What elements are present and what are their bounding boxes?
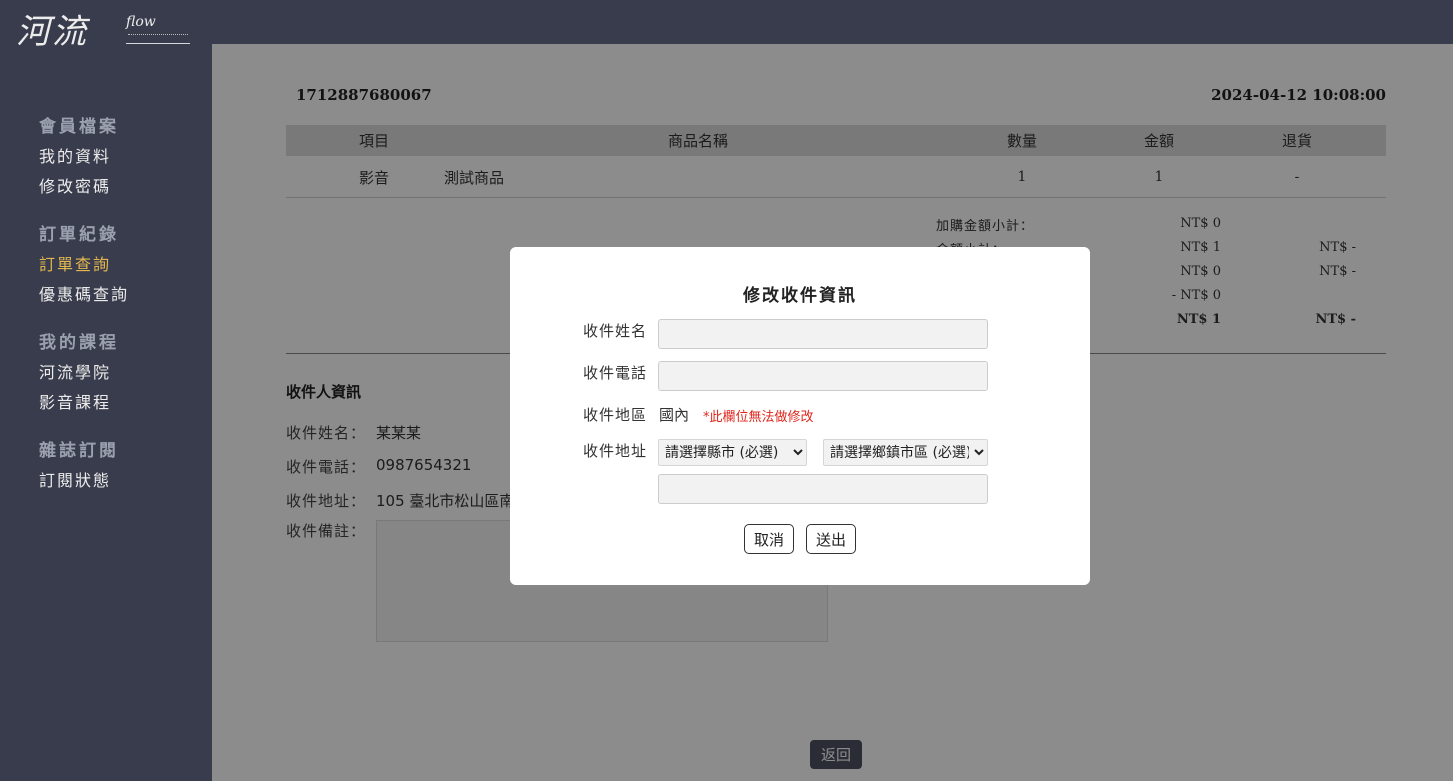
logo-decoration [128, 34, 188, 38]
receiver-address-input[interactable] [658, 474, 988, 504]
cancel-button[interactable]: 取消 [744, 524, 794, 554]
brand-logo[interactable]: 河流 flow [16, 10, 192, 54]
sidebar-item-change-password[interactable]: 修改密碼 [39, 172, 209, 202]
modal-title: 修改收件資訊 [743, 286, 857, 306]
edit-receiver-modal: 修改收件資訊 收件姓名 收件電話 收件地區 國內 *此欄位無法做修改 收件地址 … [510, 247, 1090, 585]
submit-button[interactable]: 送出 [806, 524, 856, 554]
sidebar-item-coupon-query[interactable]: 優惠碼查詢 [39, 280, 209, 310]
modal-region-value: 國內 [659, 406, 690, 424]
sidebar: 河流 flow 會員檔案 我的資料 修改密碼 訂單紀錄 訂單查詢 優惠碼查詢 我… [0, 0, 212, 781]
sidebar-nav: 會員檔案 我的資料 修改密碼 訂單紀錄 訂單查詢 優惠碼查詢 我的課程 河流學院… [39, 112, 209, 514]
nav-group-orders: 訂單紀錄 訂單查詢 優惠碼查詢 [39, 220, 209, 310]
city-select[interactable]: 請選擇縣市 (必選) [658, 439, 807, 466]
logo-chinese: 河流 [16, 12, 88, 52]
sidebar-item-video-courses[interactable]: 影音課程 [39, 388, 209, 418]
nav-group-title: 會員檔案 [39, 117, 119, 137]
modal-region-label: 收件地區 [583, 406, 648, 424]
nav-group-member: 會員檔案 我的資料 修改密碼 [39, 112, 209, 202]
nav-group-title: 訂單紀錄 [39, 225, 119, 245]
sidebar-item-my-profile[interactable]: 我的資料 [39, 142, 209, 172]
district-select[interactable]: 請選擇鄉鎮市區 (必選) [823, 439, 988, 466]
sidebar-item-order-query[interactable]: 訂單查詢 [39, 250, 209, 280]
logo-english: flow [126, 14, 156, 30]
modal-name-label: 收件姓名 [583, 322, 648, 340]
sidebar-item-subscription-status[interactable]: 訂閱狀態 [39, 466, 209, 496]
nav-group-courses: 我的課程 河流學院 影音課程 [39, 328, 209, 418]
top-bar [212, 0, 1453, 44]
logo-underline [126, 43, 190, 44]
nav-group-title: 我的課程 [39, 333, 119, 353]
modal-address-label: 收件地址 [583, 442, 648, 460]
nav-group-magazine: 雜誌訂閱 訂閱狀態 [39, 436, 209, 496]
receiver-phone-input[interactable] [658, 361, 988, 391]
sidebar-item-flow-academy[interactable]: 河流學院 [39, 358, 209, 388]
nav-group-title: 雜誌訂閱 [39, 441, 119, 461]
modal-phone-label: 收件電話 [583, 364, 648, 382]
receiver-name-input[interactable] [658, 319, 988, 349]
region-readonly-warning: *此欄位無法做修改 [703, 410, 814, 425]
